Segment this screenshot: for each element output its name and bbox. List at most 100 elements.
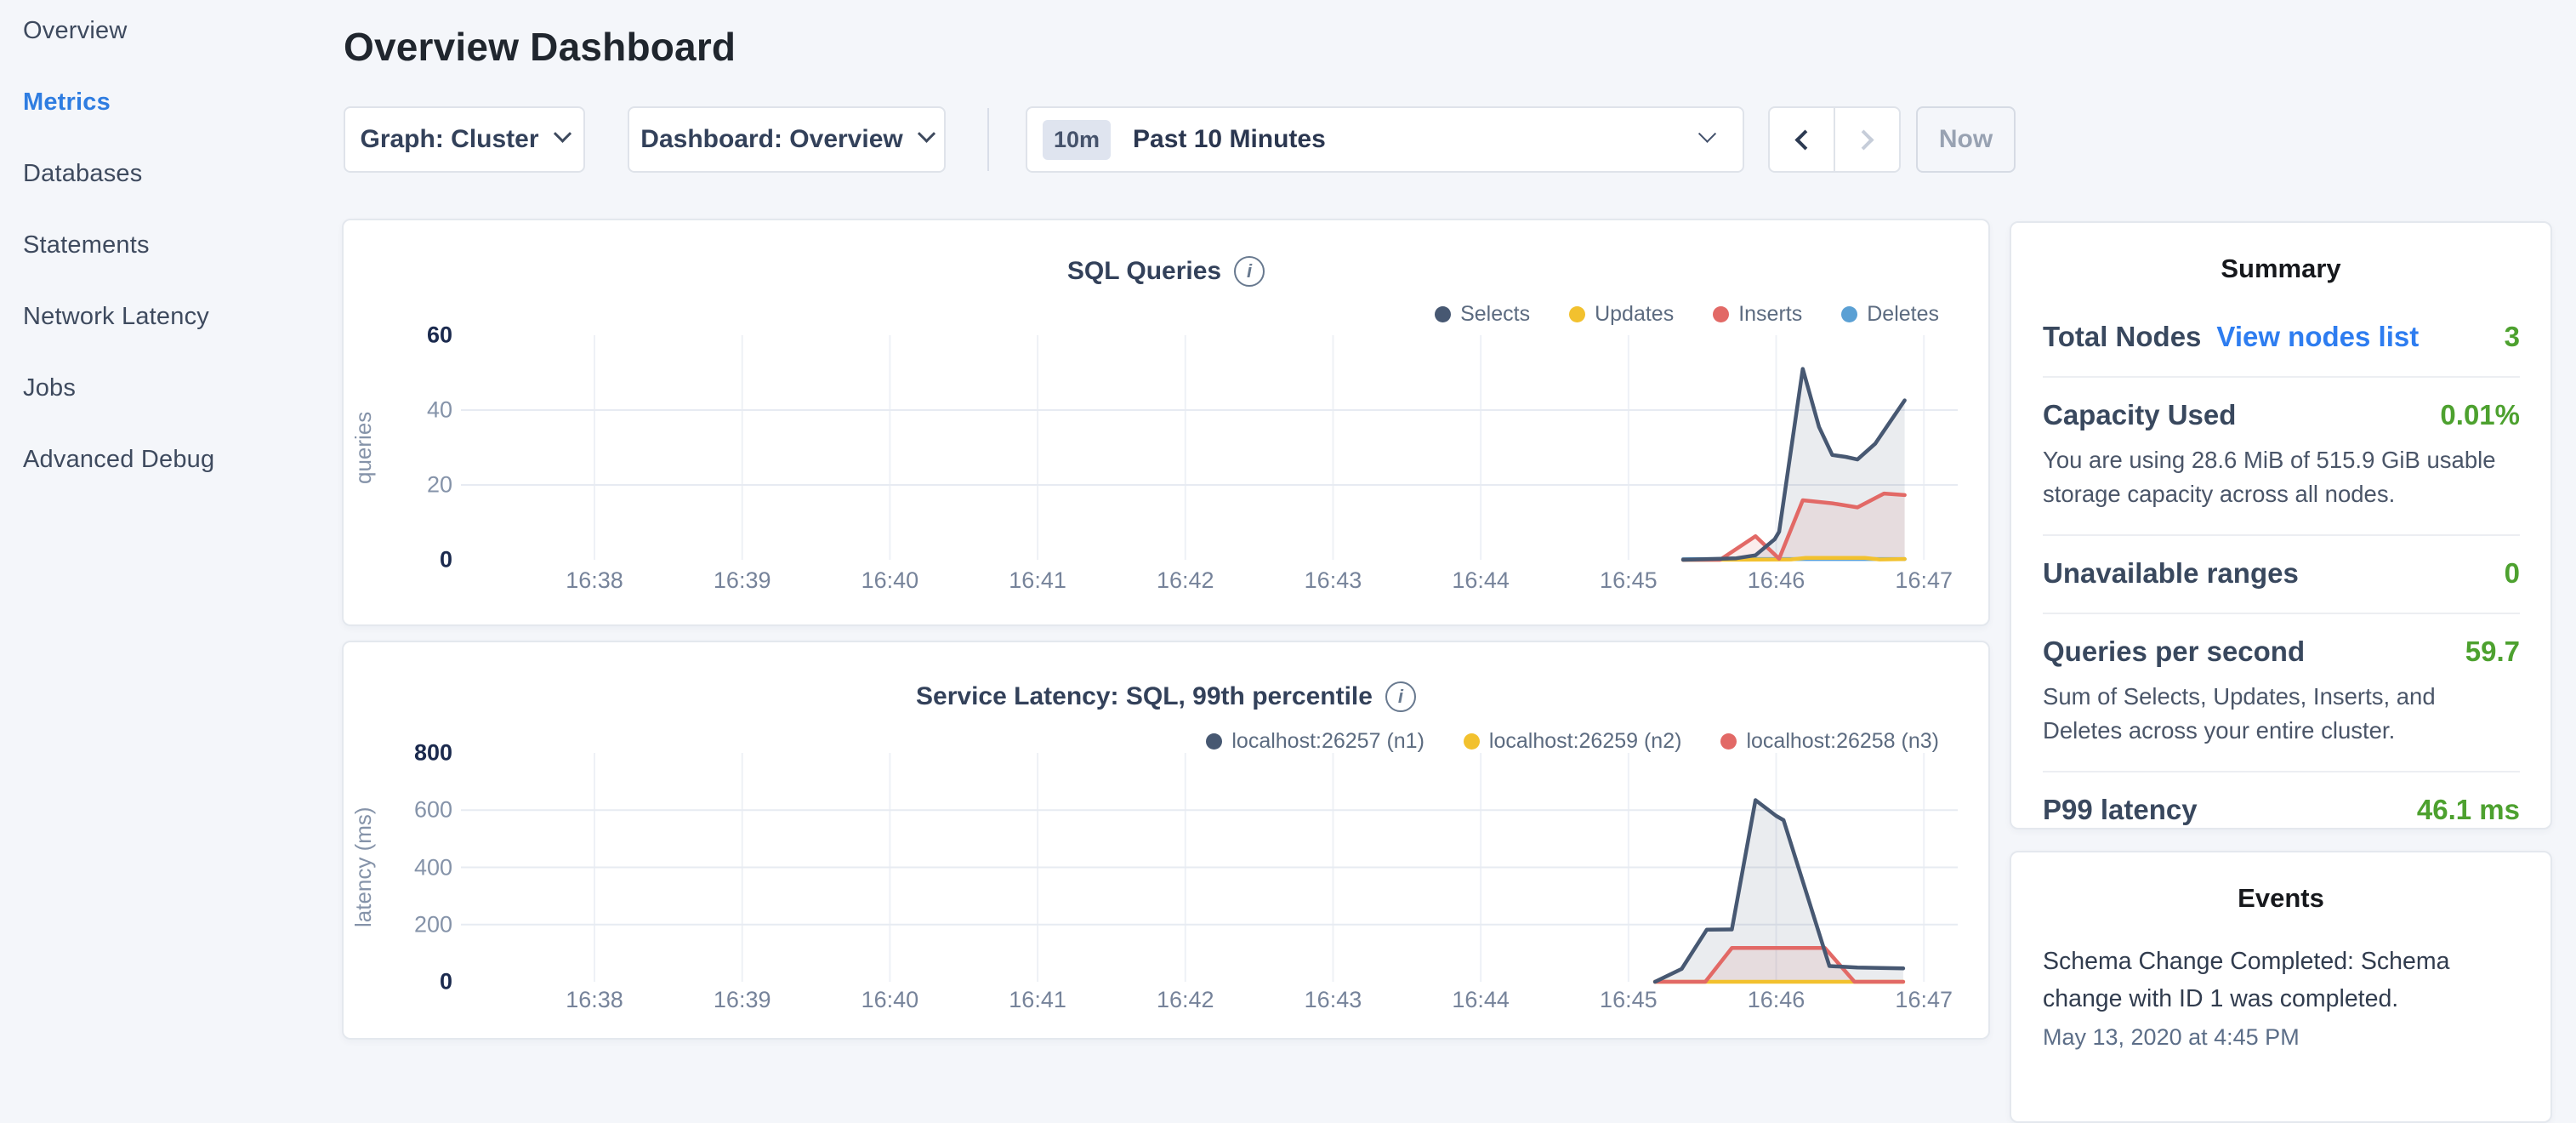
- legend-item[interactable]: localhost:26259 (n2): [1464, 729, 1682, 754]
- x-tick-label: 16:44: [1452, 567, 1510, 594]
- legend-item[interactable]: localhost:26258 (n3): [1720, 729, 1939, 754]
- overview-dashboard-page: { "sidebar": { "items": [ { "label": "Ov…: [0, 0, 2576, 1052]
- graph-scope-dropdown[interactable]: Graph: Cluster: [344, 106, 585, 173]
- x-tick-label: 16:39: [714, 987, 771, 1013]
- time-range-label: Past 10 Minutes: [1133, 125, 1326, 154]
- legend-label: localhost:26257 (n1): [1231, 729, 1424, 754]
- legend-dot-icon: [1720, 733, 1737, 750]
- x-tick-label: 16:45: [1600, 567, 1658, 594]
- legend-label: localhost:26258 (n3): [1746, 729, 1939, 754]
- y-tick-label: 600: [414, 797, 452, 824]
- service-latency-plot-area: [461, 753, 1958, 982]
- legend-item[interactable]: Deletes: [1841, 302, 1939, 327]
- y-axis-unit-label: latency (ms): [350, 753, 377, 982]
- summary-row: P99 latency46.1 ms: [2043, 772, 2520, 849]
- summary-row-label: Total Nodes: [2043, 321, 2201, 353]
- summary-row: Queries per second59.7Sum of Selects, Up…: [2043, 614, 2520, 772]
- x-tick-label: 16:40: [862, 567, 919, 594]
- view-nodes-list-link[interactable]: View nodes list: [2216, 321, 2419, 353]
- time-step-back-button[interactable]: [1770, 108, 1834, 171]
- summary-rows: Total Nodes View nodes list 3 Capacity Used…: [2011, 284, 2550, 849]
- y-tick-label: 0: [440, 969, 452, 995]
- x-tick-label: 16:40: [862, 987, 919, 1013]
- y-axis-unit-label: queries: [350, 335, 377, 560]
- info-icon[interactable]: i: [1234, 256, 1265, 287]
- x-tick-label: 16:41: [1009, 567, 1066, 594]
- legend-dot-icon: [1464, 733, 1480, 750]
- chart-legend: Selects Updates Inserts Deletes: [1435, 302, 1939, 327]
- summary-row-value: 0: [2505, 557, 2520, 590]
- toolbar-divider: [987, 108, 989, 171]
- x-tick-label: 16:42: [1157, 987, 1214, 1013]
- legend-item[interactable]: Updates: [1569, 302, 1674, 327]
- x-tick-label: 16:41: [1009, 987, 1066, 1013]
- x-tick-label: 16:42: [1157, 567, 1214, 594]
- x-tick-label: 16:43: [1305, 987, 1362, 1013]
- chevron-right-icon: [1853, 129, 1874, 150]
- legend-dot-icon: [1569, 306, 1585, 322]
- summary-row-label: Capacity Used: [2043, 399, 2236, 431]
- summary-row-label: Queries per second: [2043, 636, 2305, 668]
- time-step-forward-button[interactable]: [1834, 108, 1899, 171]
- y-tick-label: 60: [427, 322, 452, 349]
- events-list: Schema Change Completed: Schema change w…: [2011, 914, 2550, 1051]
- page-title: Overview Dashboard: [344, 24, 736, 70]
- y-axis-tick-labels: 0204060: [374, 335, 452, 560]
- y-tick-label: 400: [414, 854, 452, 881]
- x-tick-label: 16:38: [566, 567, 623, 594]
- legend-item[interactable]: Inserts: [1713, 302, 1802, 327]
- event-text: Schema Change Completed: Schema change w…: [2043, 943, 2519, 1018]
- x-tick-label: 16:38: [566, 987, 623, 1013]
- x-axis-tick-labels: 16:38 16:39 16:40 16:41 16:42 16:43 16:44 16:45…: [461, 987, 1958, 1016]
- event-item[interactable]: Schema Change Completed: Schema change w…: [2011, 914, 2550, 1051]
- x-tick-label: 16:46: [1748, 567, 1805, 594]
- sidebar-item-statements[interactable]: Statements: [23, 231, 340, 259]
- y-tick-label: 0: [440, 547, 452, 573]
- events-panel: Events Schema Change Completed: Schema c…: [2010, 851, 2552, 1123]
- summary-row-value: 0.01%: [2440, 399, 2520, 431]
- summary-row: Capacity Used 0.01% You are using 28.6 MiB…: [2043, 378, 2520, 536]
- time-range-badge: 10m: [1043, 120, 1111, 160]
- x-tick-label: 16:43: [1305, 567, 1362, 594]
- time-range-select[interactable]: 10m Past 10 Minutes: [1026, 106, 1744, 173]
- legend-dot-icon: [1713, 306, 1729, 322]
- now-button[interactable]: Now: [1916, 106, 2016, 173]
- chevron-down-icon: [553, 124, 571, 142]
- summary-row-value: 59.7: [2465, 636, 2520, 668]
- sidebar-item-overview[interactable]: Overview: [23, 17, 340, 45]
- chart-legend: localhost:26257 (n1) localhost:26259 (n2)…: [1206, 729, 1939, 754]
- legend-dot-icon: [1435, 306, 1451, 322]
- sql-queries-plot-area: [461, 335, 1958, 560]
- events-panel-title: Events: [2011, 852, 2550, 914]
- legend-item[interactable]: Selects: [1435, 302, 1530, 327]
- legend-item[interactable]: localhost:26257 (n1): [1206, 729, 1424, 754]
- chart-title: Service Latency: SQL, 99th percentile: [916, 682, 1373, 711]
- summary-row-value: 3: [2505, 321, 2520, 353]
- x-tick-label: 16:47: [1895, 987, 1953, 1013]
- legend-dot-icon: [1841, 306, 1857, 322]
- x-tick-label: 16:44: [1452, 987, 1510, 1013]
- sidebar-item-jobs[interactable]: Jobs: [23, 374, 340, 402]
- legend-label: Inserts: [1738, 302, 1802, 327]
- info-icon[interactable]: i: [1385, 681, 1416, 712]
- summary-panel: Summary Total NodesView nodes list3Capac…: [2010, 221, 2552, 829]
- legend-dot-icon: [1206, 733, 1222, 750]
- y-tick-label: 200: [414, 911, 452, 938]
- x-tick-label: 16:45: [1600, 987, 1658, 1013]
- dashboard-dropdown-label: Dashboard: Overview: [640, 125, 902, 154]
- summary-row-label: P99 latency: [2043, 794, 2198, 826]
- legend-label: localhost:26259 (n2): [1489, 729, 1682, 754]
- legend-label: Updates: [1595, 302, 1674, 327]
- summary-row-description: You are using 28.6 MiB of 515.9 GiB usab…: [2043, 443, 2520, 511]
- sidebar-item-network-latency[interactable]: Network Latency: [23, 303, 340, 331]
- sidebar: Overview Metrics Databases Statements Networ…: [0, 0, 340, 1052]
- summary-row: Unavailable ranges 0: [2043, 536, 2520, 614]
- summary-row-label: Unavailable ranges: [2043, 557, 2299, 590]
- x-axis-tick-labels: 16:3816:3916:4016:4116:4216:4316:4416:45…: [461, 567, 1958, 596]
- sidebar-item-metrics[interactable]: Metrics: [23, 88, 340, 117]
- y-tick-label: 20: [427, 472, 452, 499]
- graph-scope-dropdown-label: Graph: Cluster: [360, 125, 538, 154]
- sidebar-item-databases[interactable]: Databases: [23, 160, 340, 188]
- sidebar-item-advanced-debug[interactable]: Advanced Debug: [23, 446, 340, 474]
- dashboard-dropdown[interactable]: Dashboard: Overview: [628, 106, 946, 173]
